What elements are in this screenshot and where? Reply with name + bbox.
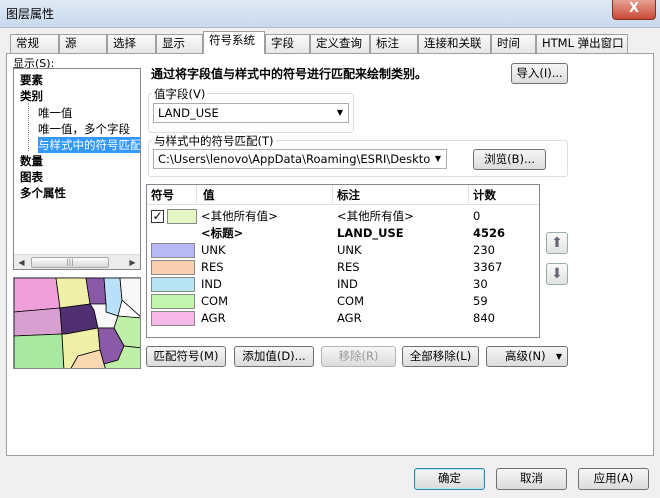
import-button[interactable]: 导入(I)...	[511, 63, 568, 84]
table-row[interactable]: COM COM 59	[147, 293, 539, 310]
table-row[interactable]: UNK UNK 230	[147, 242, 539, 259]
row-count: 230	[473, 243, 495, 257]
table-row[interactable]: <标题> LAND_USE 4526	[147, 225, 539, 242]
browse-button[interactable]: 浏览(B)...	[473, 149, 546, 170]
row-label: UNK	[337, 243, 362, 257]
row-count: 840	[473, 311, 495, 325]
match-symbols-button[interactable]: 匹配符号(M)	[146, 346, 226, 367]
tree-item-unique-values-many-fields[interactable]: 唯一值，多个字段	[38, 121, 130, 137]
row-value: UNK	[201, 243, 226, 257]
cancel-button[interactable]: 取消	[496, 468, 567, 490]
tab-joins-relates[interactable]: 连接和关联	[418, 34, 491, 53]
ok-button[interactable]: 确定	[414, 468, 485, 490]
tree-item-multiple-attributes[interactable]: 多个属性	[20, 185, 66, 201]
tree-horizontal-scrollbar[interactable]: ◀ ||| ▶	[14, 254, 140, 269]
row-count: 59	[473, 294, 488, 308]
row-count: 4526	[473, 226, 506, 240]
tree-item-quantities[interactable]: 数量	[20, 153, 43, 169]
checkmark-icon[interactable]: ✓	[151, 210, 164, 223]
tab-labels[interactable]: 标注	[370, 34, 418, 53]
row-label: COM	[337, 294, 365, 308]
row-value: RES	[201, 260, 224, 274]
style-path-combo[interactable]: C:\Users\lenovo\AppData\Roaming\ESRI\Des…	[153, 149, 447, 169]
map-preview-graphic	[14, 278, 140, 368]
remove-all-button[interactable]: 全部移除(L)	[402, 346, 479, 367]
scroll-thumb[interactable]: |||	[31, 257, 109, 268]
table-row[interactable]: AGR AGR 840	[147, 310, 539, 327]
chevron-down-icon[interactable]: ▼	[430, 150, 446, 168]
tree-item-categories[interactable]: 类别	[20, 88, 43, 104]
tree-item-charts[interactable]: 图表	[20, 169, 43, 185]
scroll-right-icon[interactable]: ▶	[125, 255, 140, 270]
table-row[interactable]: RES RES 3367	[147, 259, 539, 276]
tab-time[interactable]: 时间	[491, 34, 536, 53]
symbol-swatch[interactable]	[151, 311, 195, 326]
row-value: COM	[201, 294, 229, 308]
advanced-label: 高级(N)	[505, 349, 546, 363]
row-value: <其他所有值>	[201, 209, 278, 223]
remove-button[interactable]: 移除(R)	[321, 346, 396, 367]
title-bar	[0, 0, 660, 28]
tree-item-match-style[interactable]: 与样式中的符号匹配	[38, 137, 140, 153]
tab-definition-query[interactable]: 定义查询	[310, 34, 370, 53]
header-value[interactable]: 值	[197, 185, 333, 205]
tree-item-unique-values[interactable]: 唯一值	[38, 105, 73, 121]
show-tree[interactable]: 要素 类别 唯一值 唯一值，多个字段 与样式中的符号匹配 数量 图表 多个属性	[13, 68, 141, 270]
row-label: IND	[337, 277, 358, 291]
tab-symbology[interactable]: 符号系统	[203, 31, 265, 54]
row-value: AGR	[201, 311, 226, 325]
row-value: IND	[201, 277, 222, 291]
value-field-label: 值字段(V)	[152, 86, 208, 102]
header-count[interactable]: 计数	[469, 185, 539, 205]
move-down-icon[interactable]: ⬇	[546, 263, 568, 285]
symbol-swatch[interactable]	[151, 260, 195, 275]
preview-map	[13, 277, 141, 369]
tree-item-features[interactable]: 要素	[20, 72, 43, 88]
symbol-swatch[interactable]	[151, 277, 195, 292]
header-symbol[interactable]: 符号	[147, 185, 197, 205]
value-field-combo[interactable]: LAND_USE ▼	[153, 103, 349, 123]
symbol-swatch[interactable]	[167, 209, 197, 224]
tree-connector	[28, 103, 36, 151]
chevron-down-icon: ▼	[555, 352, 562, 361]
row-label: RES	[337, 260, 360, 274]
renderer-description: 通过将字段值与样式中的符号进行匹配来绘制类别。	[151, 67, 428, 81]
apply-button[interactable]: 应用(A)	[578, 468, 649, 490]
tab-html-popup[interactable]: HTML 弹出窗口	[536, 34, 628, 53]
row-count: 30	[473, 277, 488, 291]
close-button[interactable]: X	[612, 0, 656, 20]
add-values-button[interactable]: 添加值(D)...	[234, 346, 314, 367]
value-field-value: LAND_USE	[158, 106, 219, 120]
header-label[interactable]: 标注	[333, 185, 469, 205]
style-path-value: C:\Users\lenovo\AppData\Roaming\ESRI\Des…	[158, 152, 447, 166]
tab-display[interactable]: 显示	[156, 34, 203, 53]
row-label: LAND_USE	[337, 226, 404, 240]
row-count: 0	[473, 209, 481, 223]
table-row[interactable]: IND IND 30	[147, 276, 539, 293]
symbol-swatch[interactable]	[151, 294, 195, 309]
advanced-button[interactable]: 高级(N) ▼	[486, 346, 568, 367]
style-match-label: 与样式中的符号匹配(T)	[152, 133, 276, 149]
tab-source[interactable]: 源	[59, 34, 107, 53]
row-value: <标题>	[201, 226, 244, 240]
row-label: AGR	[337, 311, 362, 325]
table-row[interactable]: ✓ <其他所有值> <其他所有值> 0	[147, 208, 539, 225]
window-title: 图层属性	[6, 7, 55, 21]
tab-selection[interactable]: 选择	[107, 34, 156, 53]
row-count: 3367	[473, 260, 503, 274]
tab-general[interactable]: 常规	[10, 34, 59, 53]
symbol-table[interactable]: 符号 值 标注 计数 ✓ <其他所有值> <其他所有值> 0 <标题> LAND…	[146, 184, 540, 338]
tab-fields[interactable]: 字段	[265, 34, 310, 53]
chevron-down-icon[interactable]: ▼	[332, 104, 348, 122]
symbol-swatch[interactable]	[151, 243, 195, 258]
table-header: 符号 值 标注 计数	[147, 185, 539, 205]
scroll-left-icon[interactable]: ◀	[14, 255, 29, 270]
move-up-icon[interactable]: ⬆	[546, 232, 568, 254]
row-label: <其他所有值>	[337, 209, 414, 223]
